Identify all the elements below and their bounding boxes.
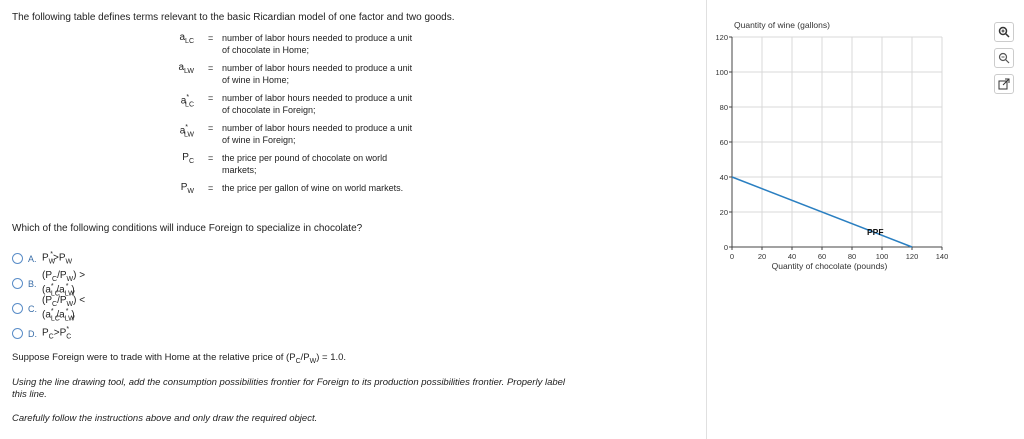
option-b[interactable]: B. (PC/PW) > (aLC* /aLW* ): [12, 270, 120, 297]
x-tick-label: 140: [936, 252, 949, 261]
question-panel: The following table defines terms releva…: [0, 0, 704, 439]
equals-sign: =: [208, 123, 214, 133]
x-tick-label: 20: [758, 252, 766, 261]
x-tick-label: 100: [876, 252, 889, 261]
caution-text: Carefully follow the instructions above …: [12, 413, 318, 424]
ppf-chart[interactable]: 0 20 40 60 80 100 120 140 0 20 40 60 80 100 120 Quantit…: [707, 0, 967, 290]
y-tick-label: 0: [724, 243, 728, 252]
option-expression: PW*>PW: [42, 251, 73, 266]
x-tick-label: 60: [818, 252, 826, 261]
definition-description: number of labor hours needed to produce …: [222, 63, 413, 85]
equals-sign: =: [208, 183, 214, 193]
definition-row: PC = the price per pound of chocolate on w…: [150, 152, 450, 176]
option-d[interactable]: D. PC>PC*: [12, 325, 120, 342]
y-axis-label: Quantity of wine (gallons): [734, 20, 830, 30]
option-letter: B.: [28, 278, 37, 289]
x-axis-label: Quantity of chocolate (pounds): [772, 261, 888, 271]
y-tick-label: 100: [715, 68, 728, 77]
zoom-in-icon: [998, 26, 1010, 38]
option-expression: (PC/PW) > (aLC* /aLW* ): [42, 269, 86, 298]
definition-description: number of labor hours needed to produce …: [222, 123, 413, 145]
option-letter: C.: [28, 303, 37, 314]
definition-row: PW = the price per gallon of wine on world…: [150, 182, 450, 198]
popout-button[interactable]: [994, 74, 1014, 94]
definition-symbol: a*LW: [179, 124, 194, 139]
definition-description: the price per pound of chocolate on worl…: [222, 153, 388, 175]
option-expression: PC>PC*: [42, 326, 72, 341]
equals-sign: =: [208, 33, 214, 43]
definitions-table: aLC = number of labor hours needed to prod…: [150, 32, 450, 204]
option-letter: A.: [28, 253, 37, 264]
zoom-in-button[interactable]: [994, 22, 1014, 42]
radio-button[interactable]: [12, 253, 23, 264]
option-c[interactable]: C. (PC/PW) < (aLC* /aLW* ): [12, 295, 120, 322]
zoom-out-button[interactable]: [994, 48, 1014, 68]
ppf-label: PPF: [867, 227, 884, 237]
radio-button[interactable]: [12, 303, 23, 314]
intro-text: The following table defines terms releva…: [12, 12, 455, 23]
definition-symbol: PC: [182, 152, 194, 165]
definition-description: the price per gallon of wine on world ma…: [222, 183, 404, 193]
definition-description: number of labor hours needed to produce …: [222, 33, 413, 55]
y-tick-label: 60: [720, 138, 728, 147]
definition-symbol: a*LC: [180, 94, 194, 109]
definition-symbol: aLW: [178, 62, 194, 75]
x-tick-label: 80: [848, 252, 856, 261]
definition-row: a*LW = number of labor hours needed to pro…: [150, 122, 450, 146]
x-tick-label: 120: [906, 252, 919, 261]
radio-button[interactable]: [12, 278, 23, 289]
options-list: A. PW*>PW B. (PC/PW) > (aLC* /aLW* ) C. …: [12, 250, 120, 350]
graph-toolbar: [994, 22, 1014, 94]
equals-sign: =: [208, 153, 214, 163]
x-tick-label: 0: [730, 252, 734, 261]
option-a[interactable]: A. PW*>PW: [12, 250, 120, 267]
y-tick-label: 20: [720, 208, 728, 217]
y-tick-label: 120: [715, 33, 728, 42]
definition-symbol: PW: [180, 182, 194, 195]
option-expression: (PC/PW) < (aLC* /aLW* ): [42, 294, 86, 323]
radio-button[interactable]: [12, 328, 23, 339]
definition-row: a*LC = number of labor hours needed to pro…: [150, 92, 450, 116]
popout-icon: [998, 78, 1010, 90]
relative-price-text: Suppose Foreign were to trade with Home …: [12, 352, 347, 365]
equals-sign: =: [208, 63, 214, 73]
option-letter: D.: [28, 328, 37, 339]
y-tick-label: 80: [720, 103, 728, 112]
definition-description: number of labor hours needed to produce …: [222, 93, 413, 115]
y-tick-label: 40: [720, 173, 728, 182]
question-text: Which of the following conditions will i…: [12, 223, 363, 234]
instruction-text: Using the line drawing tool, add the con…: [12, 377, 566, 400]
chart-svg[interactable]: 0 20 40 60 80 100 120 140 0 20 40 60 80 100 120 Quantit…: [707, 0, 967, 290]
zoom-out-icon: [998, 52, 1010, 64]
equals-sign: =: [208, 93, 214, 103]
definition-row: aLW = number of labor hours needed to prod…: [150, 62, 450, 86]
definition-row: aLC = number of labor hours needed to prod…: [150, 32, 450, 56]
definition-symbol: aLC: [179, 32, 194, 45]
x-tick-label: 40: [788, 252, 796, 261]
